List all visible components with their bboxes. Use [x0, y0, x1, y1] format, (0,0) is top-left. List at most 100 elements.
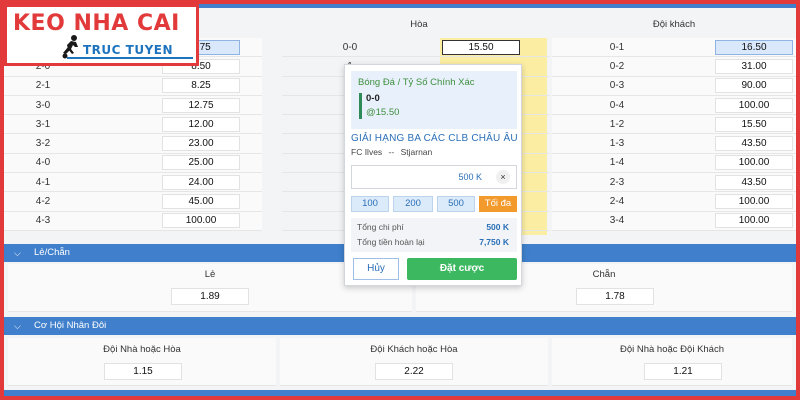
score-label: 3-2: [35, 138, 51, 150]
place-bet-button[interactable]: Đặt cược: [407, 258, 517, 280]
next-section-header: [4, 390, 796, 396]
chip-100[interactable]: 100: [351, 196, 389, 212]
max-stake-button[interactable]: Tối đa: [479, 196, 517, 212]
chevron-down-icon: ⌵: [14, 248, 21, 258]
odds-button[interactable]: 100.00: [715, 155, 793, 171]
table-row: 0-4 100.00: [552, 95, 796, 116]
table-row: 4-2 45.00: [4, 192, 262, 212]
clear-icon[interactable]: ×: [496, 170, 510, 184]
logo-title: KEO NHA CAI: [13, 11, 180, 36]
score-label: 1-4: [609, 157, 625, 169]
table-row: 4-0 25.00: [4, 153, 262, 174]
odds-button[interactable]: 43.50: [715, 174, 793, 190]
away-or-draw-label: Đội Khách hoặc Hòa: [370, 344, 458, 355]
table-row: 0-3 90.00: [552, 76, 796, 96]
odds-button[interactable]: 23.00: [162, 136, 240, 152]
table-row: 1-2 15.50: [552, 115, 796, 135]
odds-button[interactable]: 43.50: [715, 136, 793, 152]
cancel-button[interactable]: Hủy: [353, 258, 399, 280]
total-return-label: Tổng tiền hoàn lại: [357, 237, 425, 247]
football-player-icon: [62, 35, 78, 59]
home-or-draw-odds-button[interactable]: 1.15: [104, 363, 182, 380]
score-label: 3-0: [35, 99, 51, 111]
odd-odds-button[interactable]: 1.89: [171, 288, 249, 305]
odds-button[interactable]: 100.00: [715, 194, 793, 210]
odds-button[interactable]: 8.25: [162, 78, 240, 94]
table-row: 3-1 12.00: [4, 115, 262, 135]
table-row: 4-1 24.00: [4, 173, 262, 193]
odds-button[interactable]: 12.75: [162, 97, 240, 113]
logo-subtitle: TRUC TUYEN: [83, 43, 174, 57]
total-cost-label: Tổng chi phí: [357, 222, 404, 232]
site-logo[interactable]: KEO NHA CAI TRUC TUYEN: [4, 4, 199, 66]
score-label: 0-3: [609, 80, 625, 92]
home-or-draw-label: Đội Nhà hoặc Hòa: [103, 344, 181, 355]
selected-score: 0-0: [366, 93, 380, 104]
chip-200[interactable]: 200: [393, 196, 433, 212]
double-chance-section-header[interactable]: ⌵ Cơ Hội Nhân Đôi: [4, 317, 796, 335]
odds-button[interactable]: 15.50: [442, 39, 520, 55]
total-return-value: 7,750 K: [479, 237, 509, 247]
away-team: Stjarnan: [400, 147, 433, 157]
score-label: 3-4: [609, 215, 625, 227]
home-score-column: 1-08.752-08.502-18.253-012.753-112.003-2…: [4, 38, 262, 231]
table-row: 1-3 43.50: [552, 134, 796, 154]
odds-button[interactable]: 24.00: [162, 174, 240, 190]
table-row: 3-4 100.00: [552, 211, 796, 231]
odds-button[interactable]: 31.00: [715, 58, 793, 74]
team-separator: --: [388, 147, 395, 157]
score-label: 1-2: [609, 118, 625, 130]
odds-button[interactable]: 45.00: [162, 194, 240, 210]
table-row: 2-1 8.25: [4, 76, 262, 96]
odds-button[interactable]: 15.50: [715, 116, 793, 132]
odds-button[interactable]: 12.00: [162, 116, 240, 132]
home-or-away-odds-button[interactable]: 1.21: [644, 363, 722, 380]
away-or-draw-odds-button[interactable]: 2.22: [375, 363, 453, 380]
total-cost-value: 500 K: [486, 222, 509, 232]
score-label: 2-4: [609, 196, 625, 208]
page: Hòa Đội khách 1-08.752-08.502-18.253-012…: [4, 4, 796, 396]
table-row: 0-1 16.50: [552, 38, 796, 58]
selected-odd: @15.50: [366, 107, 400, 118]
away-column-header: Đội khách: [652, 19, 696, 30]
odds-button[interactable]: 100.00: [162, 213, 240, 229]
score-label: 4-1: [35, 176, 51, 188]
odds-button[interactable]: 90.00: [715, 78, 793, 94]
table-row: 0-0 15.50: [282, 38, 550, 58]
table-row: 2-4 100.00: [552, 192, 796, 212]
logo-underline: [67, 57, 193, 59]
score-label: 0-2: [609, 60, 625, 72]
score-label: 2-1: [35, 80, 51, 92]
bet-category: Bóng Đá / Tỷ Số Chính Xác: [358, 77, 475, 88]
bet-slip: Bóng Đá / Tỷ Số Chính Xác 0-0 @15.50 GIẢ…: [344, 64, 522, 286]
table-row: 4-3 100.00: [4, 211, 262, 231]
table-row: 1-4 100.00: [552, 153, 796, 174]
score-label: 0-0: [342, 41, 358, 53]
score-label: 4-0: [35, 157, 51, 169]
table-row: 0-2 31.00: [552, 57, 796, 77]
odd-even-title: Lẻ/Chẵn: [34, 247, 70, 258]
chevron-down-icon: ⌵: [14, 321, 21, 331]
bet-slip-selection: Bóng Đá / Tỷ Số Chính Xác 0-0 @15.50: [351, 71, 517, 129]
score-label: 0-4: [609, 99, 625, 111]
even-odds-button[interactable]: 1.78: [576, 288, 654, 305]
stake-input[interactable]: 500 K ×: [351, 165, 517, 189]
score-label: 3-1: [35, 118, 51, 130]
home-or-away-label: Đội Nhà hoặc Đội Khách: [619, 344, 725, 355]
match-teams: FC Ilves -- Stjarnan: [351, 147, 432, 157]
score-label: 4-2: [35, 196, 51, 208]
odds-button[interactable]: 16.50: [715, 39, 793, 55]
stake-value: 500 K: [458, 172, 482, 182]
odds-button[interactable]: 100.00: [715, 97, 793, 113]
league-name: GIẢI HẠNG BA CÁC CLB CHÂU ÂU: [351, 133, 518, 144]
table-row: 2-3 43.50: [552, 173, 796, 193]
double-chance-title: Cơ Hội Nhân Đôi: [34, 320, 107, 331]
away-score-column: 0-1 16.50 0-2 31.00 0-3 90.00 0-4 100.00 1-2 15.5…: [552, 38, 796, 231]
table-row: 3-2 23.00: [4, 134, 262, 154]
home-team: FC Ilves: [351, 147, 383, 157]
score-label: 4-3: [35, 215, 51, 227]
chip-500[interactable]: 500: [437, 196, 475, 212]
draw-column-header: Hòa: [410, 19, 428, 30]
odds-button[interactable]: 100.00: [715, 213, 793, 229]
odds-button[interactable]: 25.00: [162, 155, 240, 171]
